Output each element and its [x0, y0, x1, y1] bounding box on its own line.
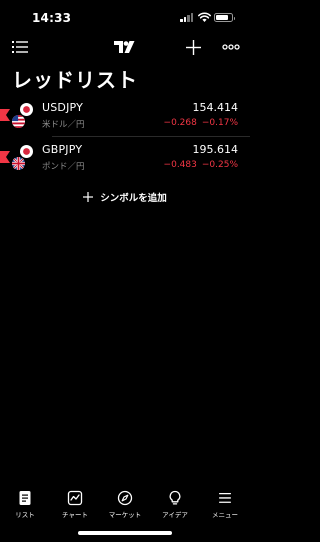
- tradingview-logo-icon: [114, 41, 135, 53]
- last-price: 154.414: [192, 101, 239, 114]
- nav-label: アイデア: [162, 511, 188, 519]
- watchlist-row-gbpjpy[interactable]: GBPJPY ポンド／円 195.614 −0.483 −0.25%: [0, 140, 250, 178]
- symbol-description: ポンド／円: [42, 162, 85, 172]
- add-symbol-label: シンボルを追加: [100, 193, 167, 204]
- add-symbol-button[interactable]: シンボルを追加: [0, 188, 250, 206]
- list-icon: [19, 491, 31, 505]
- status-bar: 14:33: [0, 0, 250, 36]
- currency-flags: [11, 144, 37, 174]
- battery-icon: [214, 13, 235, 22]
- gb-flag-icon: [11, 156, 26, 171]
- watchlist-screen: 14:33 レッドリスト USDJPY 米ドル／円 154.414 −0.268…: [0, 0, 250, 542]
- bottom-navigation: リスト チャート マーケット アイデア メニュー: [0, 484, 250, 524]
- wifi-icon: [198, 12, 211, 22]
- change-value: −0.483: [163, 160, 197, 170]
- last-price: 195.614: [192, 143, 239, 156]
- nav-item-menu[interactable]: メニュー: [200, 484, 250, 524]
- nav-item-chart[interactable]: チャート: [50, 484, 100, 524]
- symbol-description: 米ドル／円: [42, 120, 85, 130]
- toolbar: [0, 36, 250, 60]
- nav-item-list[interactable]: リスト: [0, 484, 50, 524]
- watchlist: USDJPY 米ドル／円 154.414 −0.268 −0.17% GBPJP…: [0, 98, 250, 178]
- lightbulb-icon: [169, 490, 181, 505]
- nav-label: メニュー: [212, 511, 238, 519]
- status-time: 14:33: [32, 11, 72, 25]
- currency-flags: [11, 102, 37, 132]
- red-list-marker-icon: [0, 109, 10, 121]
- change-value: −0.268: [163, 118, 197, 128]
- red-list-marker-icon: [0, 151, 10, 163]
- symbol-name: GBPJPY: [42, 143, 83, 156]
- menu-icon: [219, 493, 231, 503]
- compass-icon: [117, 490, 133, 506]
- us-flag-icon: [11, 114, 26, 129]
- price-change: −0.483 −0.25%: [164, 160, 238, 170]
- change-percent: −0.17%: [201, 118, 238, 128]
- nav-item-ideas[interactable]: アイデア: [150, 484, 200, 524]
- add-icon[interactable]: [186, 40, 201, 55]
- chart-icon: [67, 490, 83, 506]
- home-indicator[interactable]: [78, 531, 172, 535]
- symbol-name: USDJPY: [42, 101, 84, 114]
- change-percent: −0.25%: [201, 160, 238, 170]
- price-change: −0.268 −0.17%: [164, 118, 238, 128]
- page-title[interactable]: レッドリスト: [12, 64, 138, 93]
- nav-label: マーケット: [108, 511, 142, 519]
- nav-label: チャート: [62, 511, 88, 519]
- more-icon[interactable]: [222, 40, 240, 54]
- nav-item-market[interactable]: マーケット: [100, 484, 150, 524]
- menu-list-icon[interactable]: [12, 40, 28, 54]
- cellular-signal-icon: [180, 13, 194, 22]
- nav-label: リスト: [15, 511, 35, 519]
- plus-icon: [83, 192, 94, 202]
- watchlist-row-usdjpy[interactable]: USDJPY 米ドル／円 154.414 −0.268 −0.17%: [0, 98, 250, 137]
- row-divider: [52, 136, 250, 137]
